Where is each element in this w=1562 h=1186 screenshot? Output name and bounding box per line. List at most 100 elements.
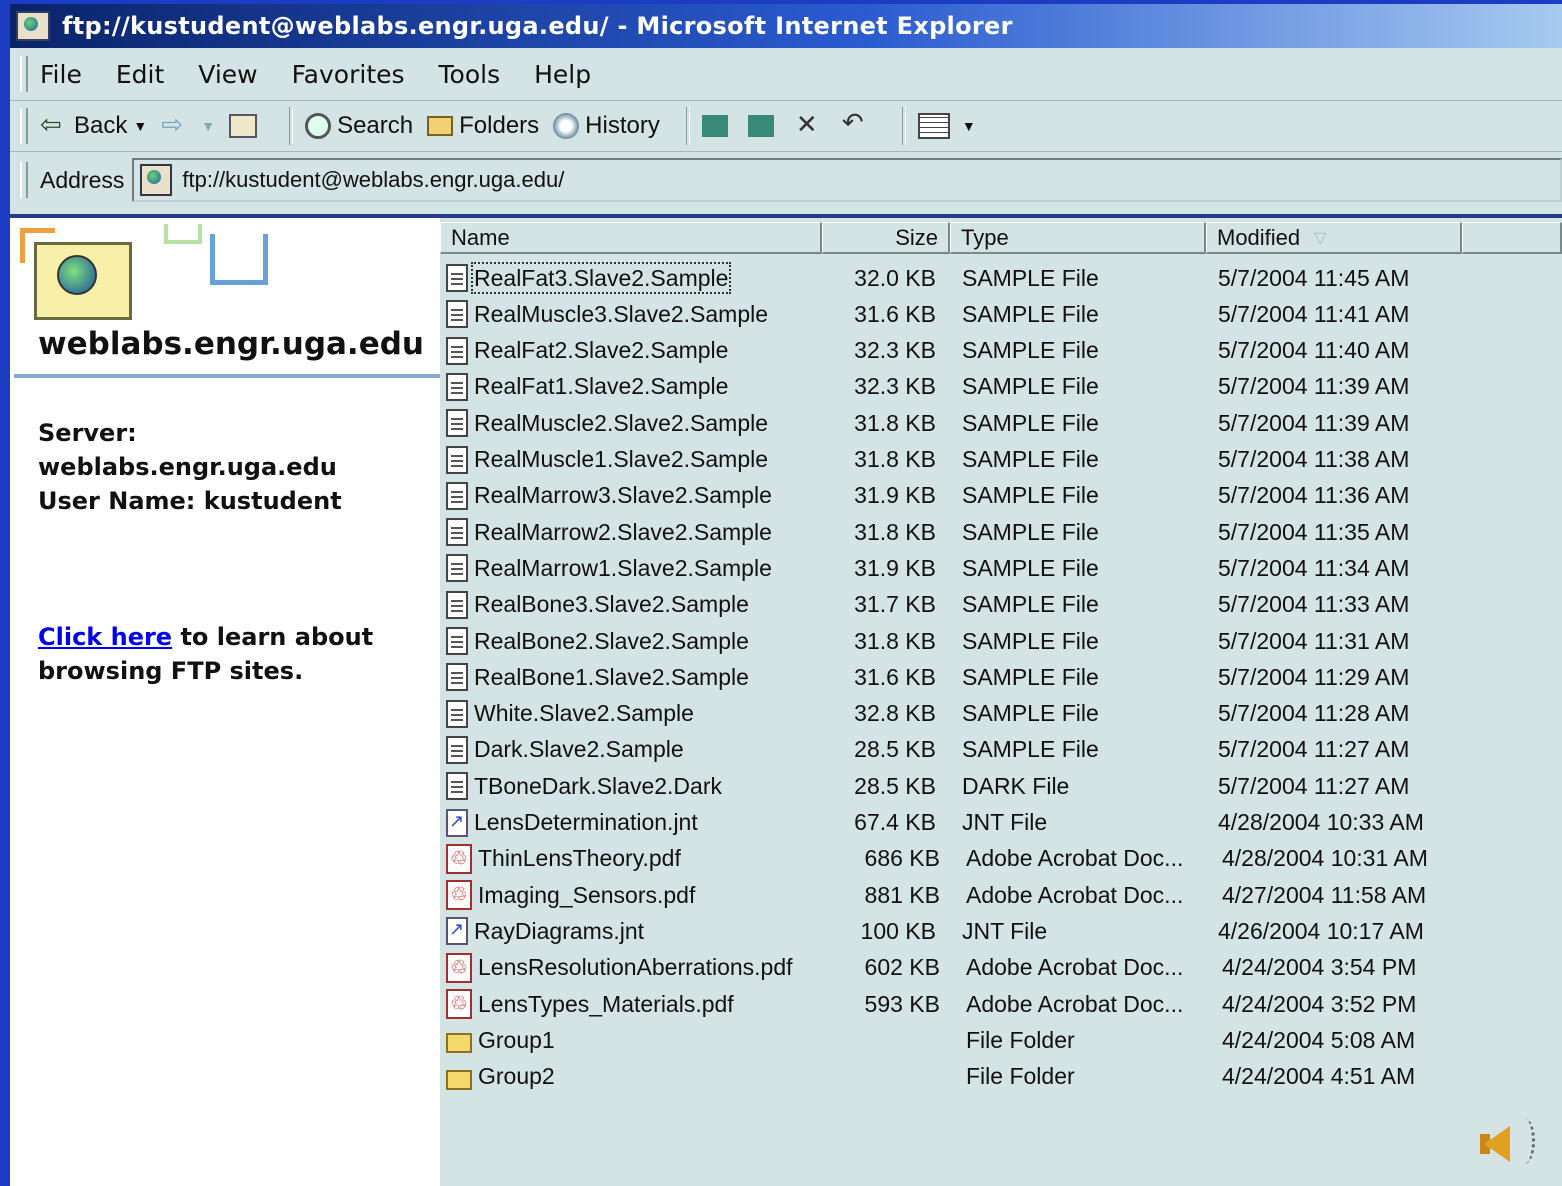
file-row[interactable]: ThinLensTheory.pdf 686 KB Adobe Acrobat Do… (440, 841, 1562, 877)
file-row[interactable]: RayDiagrams.jnt 100 KB JNT File 4/26/2004 1… (440, 913, 1562, 949)
info-panel: weblabs.engr.uga.edu Server: weblabs.eng… (10, 218, 440, 1186)
column-header-modified[interactable]: Modified ▽ (1206, 222, 1462, 254)
file-name: LensDetermination.jnt (474, 809, 818, 836)
up-folder-button[interactable] (229, 114, 263, 138)
addressbar-grip[interactable] (20, 162, 28, 198)
file-name-text: RealMuscle1.Slave2.Sample (474, 446, 769, 472)
search-icon (305, 113, 332, 139)
file-row[interactable]: White.Slave2.Sample 32.8 KB SAMPLE File 5/7… (440, 696, 1562, 732)
file-row[interactable]: RealBone1.Slave2.Sample 31.6 KB SAMPLE Fil… (440, 659, 1562, 695)
forward-button[interactable]: ▼ (161, 109, 215, 140)
file-row[interactable]: RealBone2.Slave2.Sample 31.8 KB SAMPLE Fil… (440, 623, 1562, 659)
column-header-name[interactable]: Name (440, 222, 822, 254)
file-row[interactable]: LensResolutionAberrations.pdf 602 KB Adobe… (440, 950, 1562, 986)
file-name: RealMarrow1.Slave2.Sample (474, 555, 818, 582)
column-header-empty (1462, 222, 1562, 254)
file-name-text: White.Slave2.Sample (474, 700, 694, 727)
folder-icon (446, 1033, 472, 1054)
file-row[interactable]: RealBone3.Slave2.Sample 31.7 KB SAMPLE Fil… (440, 587, 1562, 623)
file-name: RealFat3.Slave2.Sample (470, 261, 818, 294)
file-modified: 4/28/2004 10:33 AM (1218, 809, 1424, 835)
file-size: 31.9 KB (854, 554, 936, 581)
file-size: 32.3 KB (854, 373, 936, 400)
file-name-text: RayDiagrams.jnt (474, 917, 644, 944)
column-header-type[interactable]: Type (950, 222, 1206, 254)
forward-dropdown-icon[interactable]: ▼ (201, 118, 215, 134)
file-row[interactable]: RealFat2.Slave2.Sample 32.3 KB SAMPLE File… (440, 333, 1562, 369)
title-bar[interactable]: ftp://kustudent@weblabs.engr.uga.edu/ - … (10, 4, 1562, 48)
file-size: 881 KB (864, 881, 940, 908)
file-row[interactable]: RealFat1.Slave2.Sample 32.3 KB SAMPLE File… (440, 369, 1562, 405)
file-size: 31.8 KB (854, 409, 936, 436)
undo-button[interactable] (842, 107, 876, 139)
file-size: 31.8 KB (854, 627, 936, 654)
menu-bar: File Edit View Favorites Tools Help (10, 48, 1562, 101)
file-modified: 4/27/2004 11:58 AM (1222, 881, 1427, 908)
help-text: Click here to learn about browsing FTP s… (38, 620, 418, 688)
document-file-icon (446, 699, 468, 728)
server-label: Server: (38, 419, 137, 447)
file-name-text: Dark.Slave2.Sample (474, 736, 684, 763)
document-file-icon (446, 409, 468, 438)
file-name: ThinLensTheory.pdf (478, 845, 822, 872)
search-button[interactable]: Search (305, 112, 413, 140)
file-size: 32.0 KB (854, 264, 936, 291)
file-row[interactable]: RealMuscle2.Slave2.Sample 31.8 KB SAMPLE F… (440, 405, 1562, 441)
file-row[interactable]: LensTypes_Materials.pdf 593 KB Adobe Acrob… (440, 986, 1562, 1022)
move-to-button[interactable] (701, 115, 734, 137)
file-row[interactable]: Group1 File Folder 4/24/2004 5:08 AM (440, 1022, 1562, 1058)
banner-decoration (164, 224, 202, 244)
ftp-folder-icon (16, 11, 50, 41)
menu-file[interactable]: File (40, 60, 82, 89)
file-row[interactable]: RealMuscle1.Slave2.Sample 31.8 KB SAMPLE F… (440, 442, 1562, 478)
speaker-icon[interactable] (1480, 1112, 1540, 1172)
file-modified: 4/24/2004 3:54 PM (1222, 954, 1417, 981)
menu-help[interactable]: Help (534, 60, 591, 89)
file-modified: 5/7/2004 11:28 AM (1218, 700, 1410, 727)
menu-tools[interactable]: Tools (439, 60, 501, 89)
file-row[interactable]: Imaging_Sensors.pdf 881 KB Adobe Acrobat D… (440, 877, 1562, 913)
file-modified: 5/7/2004 11:27 AM (1218, 736, 1410, 763)
file-type: SAMPLE File (962, 373, 1099, 400)
menu-view[interactable]: View (198, 60, 257, 89)
file-row[interactable]: RealMarrow1.Slave2.Sample 31.9 KB SAMPLE F… (440, 550, 1562, 586)
help-link[interactable]: Click here (38, 623, 172, 651)
document-file-icon (446, 481, 468, 510)
file-row[interactable]: Group2 File Folder 4/24/2004 4:51 AM (440, 1059, 1562, 1095)
file-name: LensResolutionAberrations.pdf (478, 954, 822, 981)
menubar-grip[interactable] (20, 56, 28, 92)
column-name-label: Name (451, 224, 510, 250)
speaker-cone (1484, 1126, 1510, 1162)
file-row[interactable]: LensDetermination.jnt 67.4 KB JNT File 4/28… (440, 805, 1562, 841)
menu-favorites[interactable]: Favorites (292, 60, 405, 89)
column-header-size[interactable]: Size (822, 222, 950, 254)
address-input[interactable]: ftp://kustudent@weblabs.engr.uga.edu/ (132, 158, 1562, 202)
toolbar-grip[interactable] (20, 108, 28, 144)
file-modified: 4/28/2004 10:31 AM (1222, 845, 1428, 872)
sound-waves (1514, 1118, 1535, 1164)
document-file-icon (446, 518, 468, 547)
folders-button[interactable]: Folders (427, 112, 539, 140)
file-row[interactable]: RealFat3.Slave2.Sample 32.0 KB SAMPLE File… (440, 260, 1562, 296)
file-row[interactable]: Dark.Slave2.Sample 28.5 KB SAMPLE File 5/7/… (440, 732, 1562, 768)
pdf-file-icon (446, 952, 472, 983)
back-button[interactable]: Back ▼ (40, 109, 147, 140)
file-row[interactable]: TBoneDark.Slave2.Dark 28.5 KB DARK File 5/7… (440, 768, 1562, 804)
views-button[interactable]: ▼ (917, 113, 976, 139)
file-row[interactable]: RealMuscle3.Slave2.Sample 31.6 KB SAMPLE F… (440, 296, 1562, 332)
file-type: SAMPLE File (962, 446, 1099, 472)
address-bar: Address ftp://kustudent@weblabs.engr.uga… (10, 152, 1562, 208)
history-button[interactable]: History (553, 112, 660, 140)
menu-edit[interactable]: Edit (116, 60, 164, 89)
file-row[interactable]: RealMarrow3.Slave2.Sample 31.9 KB SAMPLE F… (440, 478, 1562, 514)
copy-to-button[interactable] (747, 115, 780, 137)
delete-button[interactable] (794, 109, 828, 140)
back-dropdown-icon[interactable]: ▼ (133, 118, 147, 134)
file-row[interactable]: RealMarrow2.Slave2.Sample 31.8 KB SAMPLE F… (440, 514, 1562, 550)
file-type: Adobe Acrobat Doc... (966, 954, 1184, 981)
file-modified: 4/24/2004 4:51 AM (1222, 1063, 1416, 1090)
views-dropdown-icon[interactable]: ▼ (962, 118, 976, 134)
jnt-file-icon (446, 917, 468, 946)
file-size: 31.8 KB (854, 446, 936, 472)
banner-decoration (210, 234, 268, 285)
